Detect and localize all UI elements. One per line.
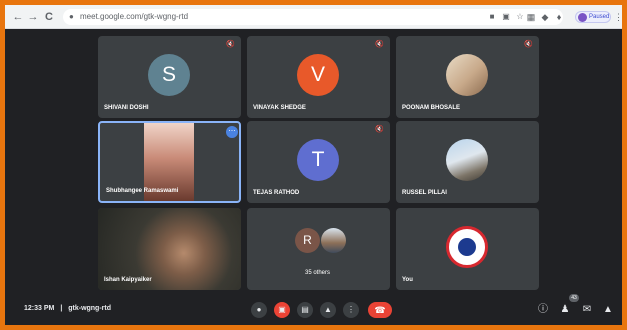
separator: | <box>60 305 63 312</box>
camera-off-icon[interactable]: ▣ <box>274 302 290 318</box>
back-icon[interactable]: ← <box>11 10 25 24</box>
reload-icon[interactable]: C <box>42 10 56 24</box>
browser-toolbar: ← → C ● meet.google.com/gtk-wgng-rtd ■ ▣… <box>5 5 622 29</box>
cast-icon[interactable]: ▣ <box>501 12 511 22</box>
avatar: V <box>297 54 339 96</box>
participant-tile[interactable]: 🔇 POONAM BHOSALE <box>396 36 539 118</box>
meeting-controls-bar: 12:33 PM | gtk-wgng-rtd ● ▣ ▤ ▲ ⋮ ☎ ⓘ ♟ … <box>5 295 622 325</box>
avatar: T <box>297 139 339 181</box>
participant-name: Shubhangee Ramaswami <box>106 188 179 194</box>
mic-off-icon: 🔇 <box>375 126 384 133</box>
participant-tile[interactable]: You <box>396 208 539 290</box>
meeting-details: 12:33 PM | gtk-wgng-rtd <box>24 305 111 312</box>
participant-name: RUSSEL PILLAI <box>402 190 447 196</box>
participant-name: POONAM BHOSALE <box>402 105 461 111</box>
participant-name: You <box>402 277 413 283</box>
participant-name: TEJAS RATHOD <box>253 190 300 196</box>
mic-off-icon: 🔇 <box>226 41 235 48</box>
meeting-code: gtk-wgng-rtd <box>68 305 111 312</box>
logo-inner-icon <box>458 238 476 256</box>
participant-name: Ishan Kaipyaiker <box>104 277 152 283</box>
present-icon[interactable]: ▲ <box>320 302 336 318</box>
avatar <box>578 13 587 22</box>
camera-icon[interactable]: ■ <box>487 12 497 22</box>
activities-icon[interactable]: ▲ <box>601 303 615 317</box>
people-icon[interactable]: ♟ <box>558 303 572 317</box>
participant-tile[interactable]: 🔇 V VINAYAK SHEDGE <box>247 36 390 118</box>
mic-off-icon: 🔇 <box>524 41 533 48</box>
participant-count-badge: 43 <box>569 294 579 302</box>
avatar: S <box>148 54 190 96</box>
captions-icon[interactable]: ▤ <box>297 302 313 318</box>
participant-tile[interactable]: R 35 others <box>247 208 390 290</box>
info-icon[interactable]: ⓘ <box>536 303 550 317</box>
star-icon[interactable]: ☆ <box>515 12 525 22</box>
leave-call-button[interactable]: ☎ <box>368 302 392 318</box>
avatar: R <box>295 228 320 253</box>
profile-photo <box>446 54 488 96</box>
meet-window: ← → C ● meet.google.com/gtk-wgng-rtd ■ ▣… <box>5 5 622 325</box>
clock-time: 12:33 PM <box>24 305 55 312</box>
profile-photo <box>446 139 488 181</box>
more-vert-icon[interactable]: ⋮ <box>614 11 622 23</box>
lock-icon: ● <box>69 12 74 21</box>
participant-tile[interactable]: ⋯ Shubhangee Ramaswami <box>98 121 241 203</box>
shield-icon[interactable]: ◆ <box>539 11 551 23</box>
participant-tile[interactable]: RUSSEL PILLAI <box>396 121 539 203</box>
participant-tile[interactable]: 🔇 S SHIVANI DOSHI <box>98 36 241 118</box>
profile-button[interactable]: Paused <box>575 11 611 23</box>
forward-icon[interactable]: → <box>26 10 40 24</box>
participant-tile[interactable]: 🔇 T TEJAS RATHOD <box>247 121 390 203</box>
others-count-label: 35 others <box>305 270 331 276</box>
extension-icon[interactable]: ▦ <box>525 11 537 23</box>
window-border: ← → C ● meet.google.com/gtk-wgng-rtd ■ ▣… <box>0 0 627 330</box>
address-bar[interactable]: ● meet.google.com/gtk-wgng-rtd ■ ▣ ☆ <box>63 9 563 25</box>
participant-name: VINAYAK SHEDGE <box>253 105 306 111</box>
profile-label: Paused <box>589 14 610 20</box>
puzzle-icon[interactable]: ♦ <box>553 11 565 23</box>
more-vert-icon[interactable]: ⋮ <box>343 302 359 318</box>
chat-icon[interactable]: ✉ <box>580 303 594 317</box>
mic-off-icon: 🔇 <box>375 41 384 48</box>
more-options-icon[interactable]: ⋯ <box>226 126 238 138</box>
participant-name: SHIVANI DOSHI <box>104 105 149 111</box>
profile-photo <box>321 228 346 253</box>
mic-icon[interactable]: ● <box>251 302 267 318</box>
url-text: meet.google.com/gtk-wgng-rtd <box>80 12 189 21</box>
participant-tile[interactable]: Ishan Kaipyaiker <box>98 208 241 290</box>
